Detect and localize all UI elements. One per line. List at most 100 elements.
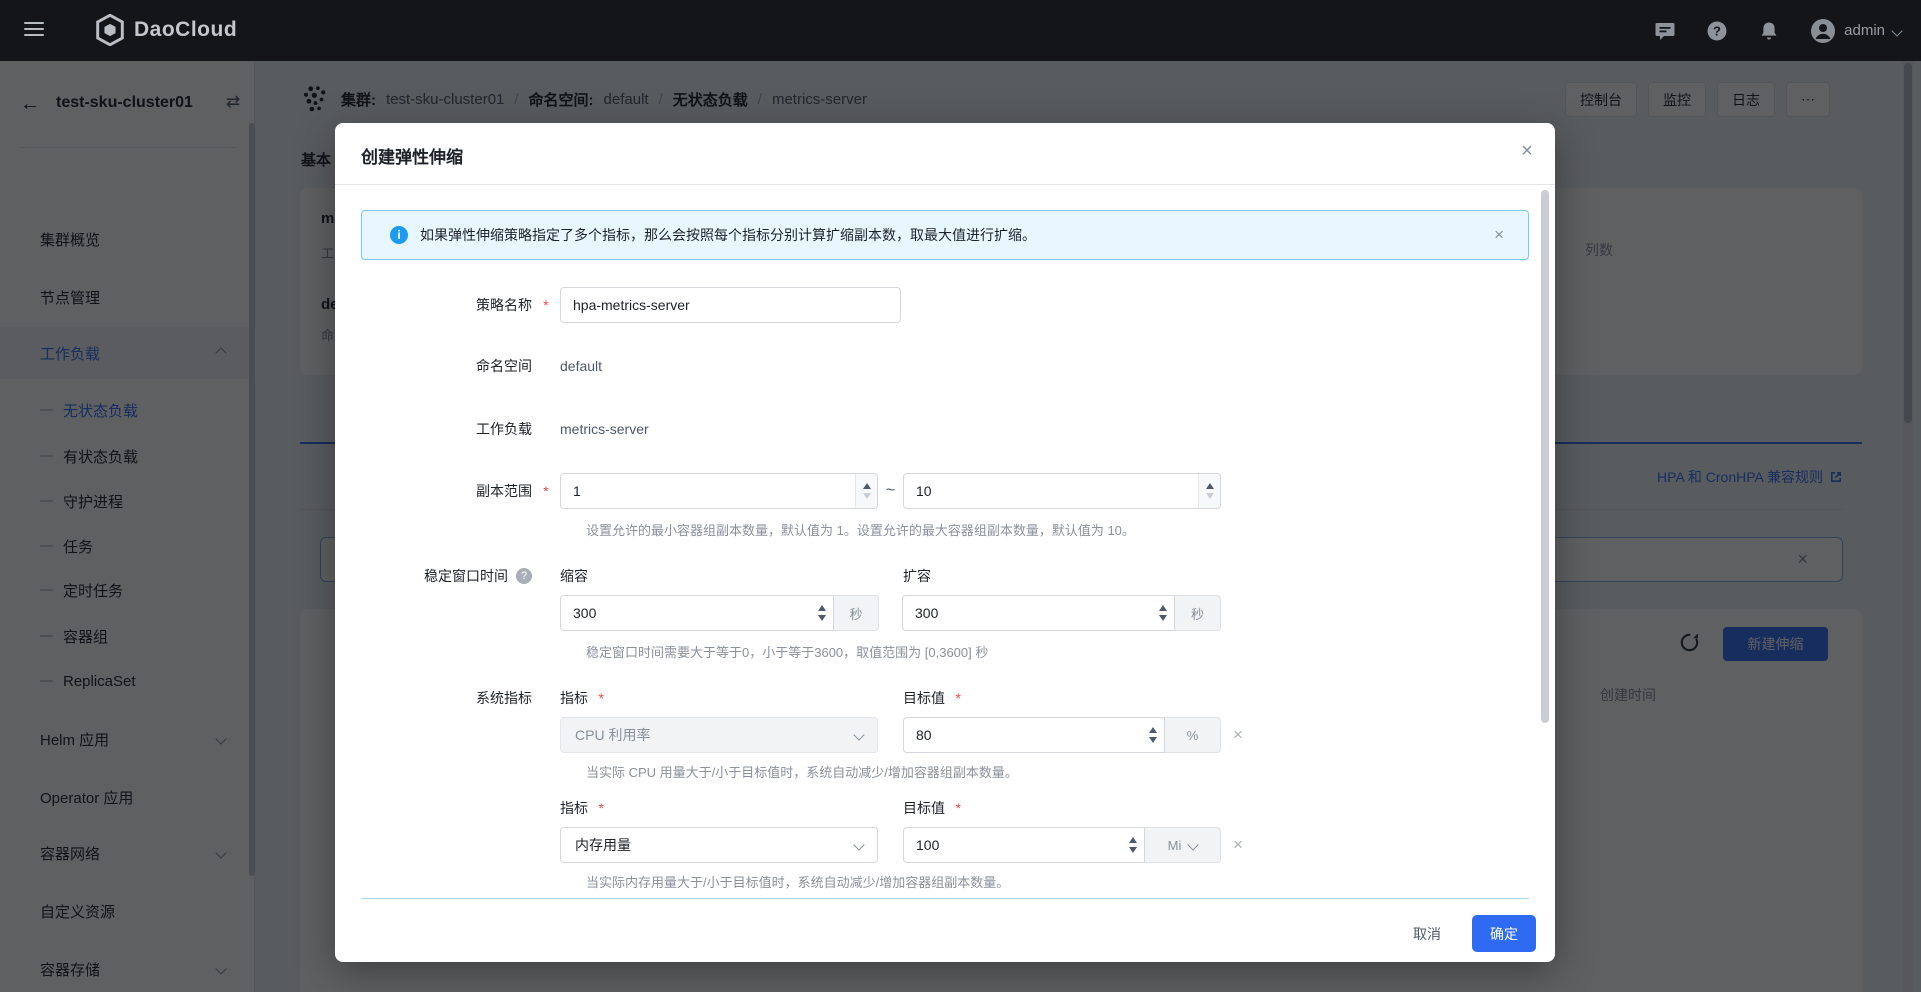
remove-metric1-icon[interactable]: ×	[1233, 725, 1243, 745]
policy-name-input[interactable]	[561, 297, 900, 313]
scale-out-input[interactable]	[903, 605, 1174, 621]
step-down-icon[interactable]	[818, 615, 826, 621]
metric1-select[interactable]: CPU 利用率	[560, 717, 878, 753]
step-down-icon[interactable]	[1149, 737, 1157, 743]
target-value-label: 目标值	[903, 690, 945, 706]
replica-max-wrap	[903, 473, 1221, 509]
target2-unit-select[interactable]: Mi	[1145, 827, 1221, 863]
help-circle-icon[interactable]: ?	[516, 568, 532, 584]
help-icon[interactable]: ?	[1706, 20, 1728, 42]
info-icon: i	[390, 226, 408, 244]
target2-wrap	[903, 827, 1145, 863]
replica-min-stepper[interactable]	[855, 474, 877, 508]
modal-title: 创建弹性伸缩	[361, 143, 463, 168]
chevron-down-icon	[1891, 25, 1902, 36]
daocloud-logo-icon	[95, 14, 125, 46]
chat-icon[interactable]	[1654, 20, 1676, 42]
required-marker: *	[532, 483, 560, 499]
step-up-icon[interactable]	[818, 605, 826, 611]
hamburger-menu-icon[interactable]	[24, 22, 44, 38]
required-marker: *	[532, 297, 560, 313]
window-help-text: 稳定窗口时间需要大于等于0，小于等于3600，取值范围为 [0,3600] 秒	[586, 642, 988, 661]
scale-in-wrap	[560, 595, 834, 631]
metric-label: 指标	[560, 800, 588, 816]
target1-stepper[interactable]	[1142, 718, 1164, 752]
chevron-down-icon	[1188, 839, 1199, 850]
seconds-unit: 秒	[1175, 595, 1221, 631]
system-metric-label: 系统指标	[361, 688, 532, 708]
app: DaoCloud ? admin ← test-sku-cluster01 ⇄	[0, 0, 1921, 992]
window-label: 稳定窗口时间	[424, 566, 508, 586]
step-up-icon[interactable]	[863, 483, 871, 489]
scale-out-label: 扩容	[903, 566, 931, 586]
metric-label: 指标	[560, 690, 588, 706]
policy-name-label: 策略名称	[361, 295, 532, 315]
step-down-icon[interactable]	[1206, 493, 1214, 499]
avatar	[1810, 18, 1836, 44]
workload-label: 工作负载	[361, 419, 532, 439]
workload-value: metrics-server	[560, 421, 649, 437]
user-menu[interactable]: admin	[1810, 18, 1901, 44]
username: admin	[1844, 22, 1885, 39]
metric-label-wrap: 指标 *	[560, 688, 903, 708]
step-up-icon[interactable]	[1159, 605, 1167, 611]
target-label-wrap: 目标值 *	[903, 798, 961, 818]
target1-group: %	[903, 717, 1221, 753]
replica-min-wrap	[560, 473, 878, 509]
logo-text: DaoCloud	[134, 18, 237, 42]
target2-input[interactable]	[904, 837, 1144, 853]
scale-out-wrap	[902, 595, 1175, 631]
metric1-help-text: 当实际 CPU 用量大于/小于目标值时，系统自动减少/增加容器组副本数量。	[586, 762, 1018, 781]
cancel-button[interactable]: 取消	[1398, 915, 1456, 952]
modal-scrollbar-thumb[interactable]	[1541, 190, 1549, 723]
scale-in-group: 秒	[560, 595, 879, 631]
info-alert: i 如果弹性伸缩策略指定了多个指标，那么会按照每个指标分别计算扩缩副本数，取最大…	[361, 210, 1529, 260]
policy-name-input-wrap	[560, 287, 901, 323]
create-hpa-modal: 创建弹性伸缩 × i 如果弹性伸缩策略指定了多个指标，那么会按照每个指标分别计算…	[335, 123, 1555, 962]
step-down-icon[interactable]	[1129, 847, 1137, 853]
namespace-value: default	[560, 358, 602, 374]
chevron-down-icon	[853, 839, 864, 850]
alert-close-icon[interactable]: ×	[1494, 225, 1504, 245]
replica-max-stepper[interactable]	[1198, 474, 1220, 508]
step-up-icon[interactable]	[1129, 837, 1137, 843]
step-up-icon[interactable]	[1206, 483, 1214, 489]
replica-max-input[interactable]	[904, 483, 1220, 499]
range-separator: ~	[878, 482, 903, 500]
step-down-icon[interactable]	[863, 493, 871, 499]
svg-text:?: ?	[1713, 23, 1721, 38]
metric2-select[interactable]: 内存用量	[560, 827, 878, 863]
target-value-label: 目标值	[903, 800, 945, 816]
scale-out-group: 秒	[902, 595, 1221, 631]
step-down-icon[interactable]	[1159, 615, 1167, 621]
chevron-down-icon	[853, 729, 864, 740]
target1-unit: %	[1165, 717, 1221, 753]
topbar: DaoCloud ? admin	[0, 0, 1921, 61]
scrolled-content-edge	[361, 898, 1529, 899]
confirm-button[interactable]: 确定	[1472, 915, 1536, 952]
alert-text: 如果弹性伸缩策略指定了多个指标，那么会按照每个指标分别计算扩缩副本数，取最大值进…	[420, 225, 1494, 245]
replica-help-text: 设置允许的最小容器组副本数量，默认值为 1。设置允许的最大容器组副本数量，默认值…	[586, 520, 1135, 539]
scale-in-stepper[interactable]	[811, 596, 833, 630]
seconds-unit: 秒	[834, 595, 879, 631]
modal-close-icon[interactable]: ×	[1515, 139, 1539, 163]
target2-group: Mi	[903, 827, 1221, 863]
remove-metric2-icon[interactable]: ×	[1233, 835, 1243, 855]
scale-out-stepper[interactable]	[1152, 596, 1174, 630]
window-label-wrap: 稳定窗口时间 ?	[361, 566, 532, 586]
scale-in-label: 缩容	[560, 566, 903, 586]
target1-wrap	[903, 717, 1165, 753]
scale-in-input[interactable]	[561, 605, 833, 621]
namespace-label: 命名空间	[361, 356, 532, 376]
target2-stepper[interactable]	[1122, 828, 1144, 862]
target1-input[interactable]	[904, 727, 1164, 743]
replica-min-input[interactable]	[561, 483, 877, 499]
daocloud-logo: DaoCloud	[95, 14, 237, 46]
replica-range-label: 副本范围	[361, 481, 532, 501]
metric2-help-text: 当实际内存用量大于/小于目标值时，系统自动减少/增加容器组副本数量。	[586, 872, 1009, 891]
target-label-wrap: 目标值 *	[903, 688, 961, 708]
metric-label-wrap: 指标 *	[560, 798, 903, 818]
notification-bell-icon[interactable]	[1758, 20, 1780, 42]
modal-header-divider	[335, 184, 1555, 185]
step-up-icon[interactable]	[1149, 727, 1157, 733]
